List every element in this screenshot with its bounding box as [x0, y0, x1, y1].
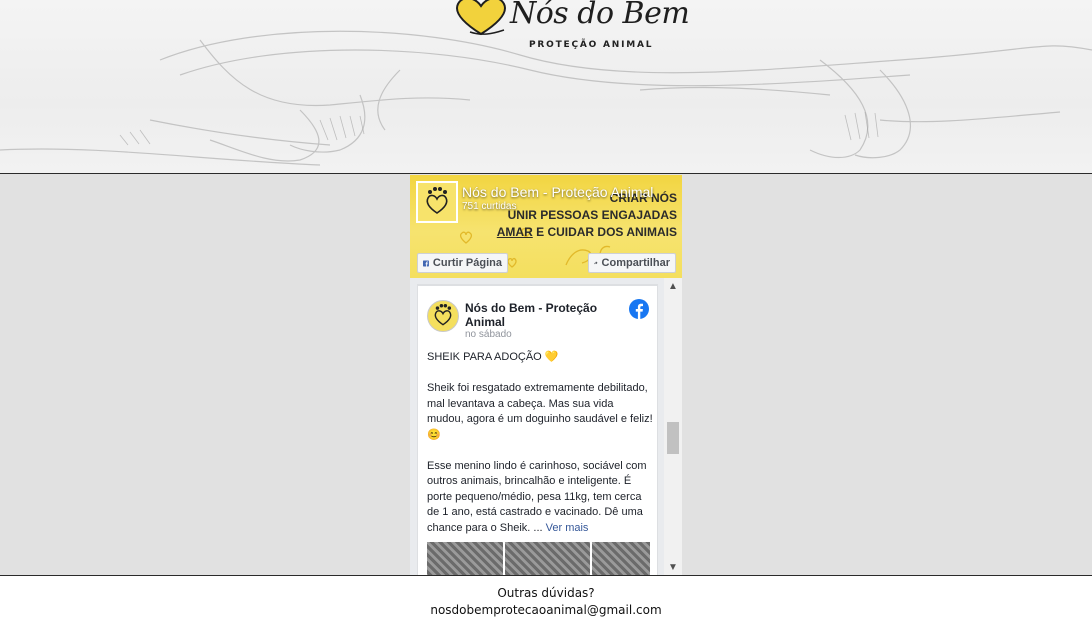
- scrollbar-thumb[interactable]: [667, 422, 679, 454]
- post-headline: SHEIK PARA ADOÇÃO 💛: [427, 351, 559, 363]
- paw-heart-icon: [426, 187, 448, 214]
- scroll-up-arrow-icon[interactable]: ▲: [668, 281, 678, 292]
- cover-tagline-line2: UNIR PESSOAS ENGAJADAS: [507, 208, 677, 222]
- paw-heart-icon: [434, 304, 452, 326]
- logo-wordmark: Nós do Bem: [510, 0, 690, 31]
- footer-question: Outras dúvidas?: [497, 586, 595, 600]
- post-photo-grid[interactable]: [427, 542, 650, 575]
- footer-email-link[interactable]: nosdobemprotecaoanimal@gmail.com: [0, 602, 1092, 619]
- logo-subtitle: PROTEÇÃO ANIMAL: [529, 40, 654, 50]
- logo[interactable]: Nós do Bem PROTEÇÃO ANIMAL: [452, 0, 690, 54]
- share-arrow-icon: [594, 261, 598, 265]
- facebook-page-plugin: CRIAR NÓS UNIR PESSOAS ENGAJADAS AMAR E …: [410, 175, 682, 575]
- page-name-link[interactable]: Nós do Bem - Proteção Animal: [462, 184, 653, 200]
- feed-scrollbar[interactable]: ▲ ▼: [664, 278, 682, 575]
- like-page-button[interactable]: Curtir Página: [417, 253, 508, 273]
- timeline-post: Nós do Bem - Proteção Animal no sábado S…: [417, 284, 658, 575]
- see-more-link[interactable]: Ver mais: [546, 522, 589, 534]
- cover-tagline-underlined: AMAR: [496, 225, 533, 239]
- facebook-f-icon: [423, 260, 429, 266]
- post-body: SHEIK PARA ADOÇÃO 💛 Sheik foi resgatado …: [427, 350, 653, 552]
- post-photo[interactable]: [427, 542, 503, 575]
- footer: Outras dúvidas? nosdobemprotecaoanimal@g…: [0, 575, 1092, 622]
- timeline-feed[interactable]: Nós do Bem - Proteção Animal no sábado S…: [410, 278, 682, 575]
- page-like-count: 751 curtidas: [462, 201, 517, 212]
- header-banner: Nós do Bem PROTEÇÃO ANIMAL: [0, 0, 1092, 174]
- post-author-avatar[interactable]: [427, 300, 459, 332]
- post-paragraph-2: Esse menino lindo é carinhoso, sociável …: [427, 459, 653, 537]
- page-cover[interactable]: CRIAR NÓS UNIR PESSOAS ENGAJADAS AMAR E …: [410, 175, 682, 278]
- facebook-logo-icon[interactable]: [629, 299, 649, 319]
- page-avatar[interactable]: [416, 181, 458, 223]
- share-button[interactable]: Compartilhar: [588, 253, 676, 273]
- like-page-label: Curtir Página: [432, 257, 502, 269]
- heart-icon: [456, 0, 506, 36]
- cover-tagline-line3: AMAR E CUIDAR DOS ANIMAIS: [497, 225, 677, 239]
- post-author-name[interactable]: Nós do Bem - Proteção Animal: [465, 301, 615, 329]
- share-label: Compartilhar: [601, 257, 670, 269]
- post-timestamp[interactable]: no sábado: [465, 329, 512, 340]
- post-paragraph-2-text: Esse menino lindo é carinhoso, sociável …: [427, 459, 647, 534]
- scroll-down-arrow-icon[interactable]: ▼: [668, 562, 678, 573]
- cover-tagline-rest: E CUIDAR DOS ANIMAIS: [532, 225, 677, 239]
- post-paragraph-1: Sheik foi resgatado extremamente debilit…: [427, 382, 653, 441]
- post-photo[interactable]: [505, 542, 590, 575]
- post-photo[interactable]: [592, 542, 650, 575]
